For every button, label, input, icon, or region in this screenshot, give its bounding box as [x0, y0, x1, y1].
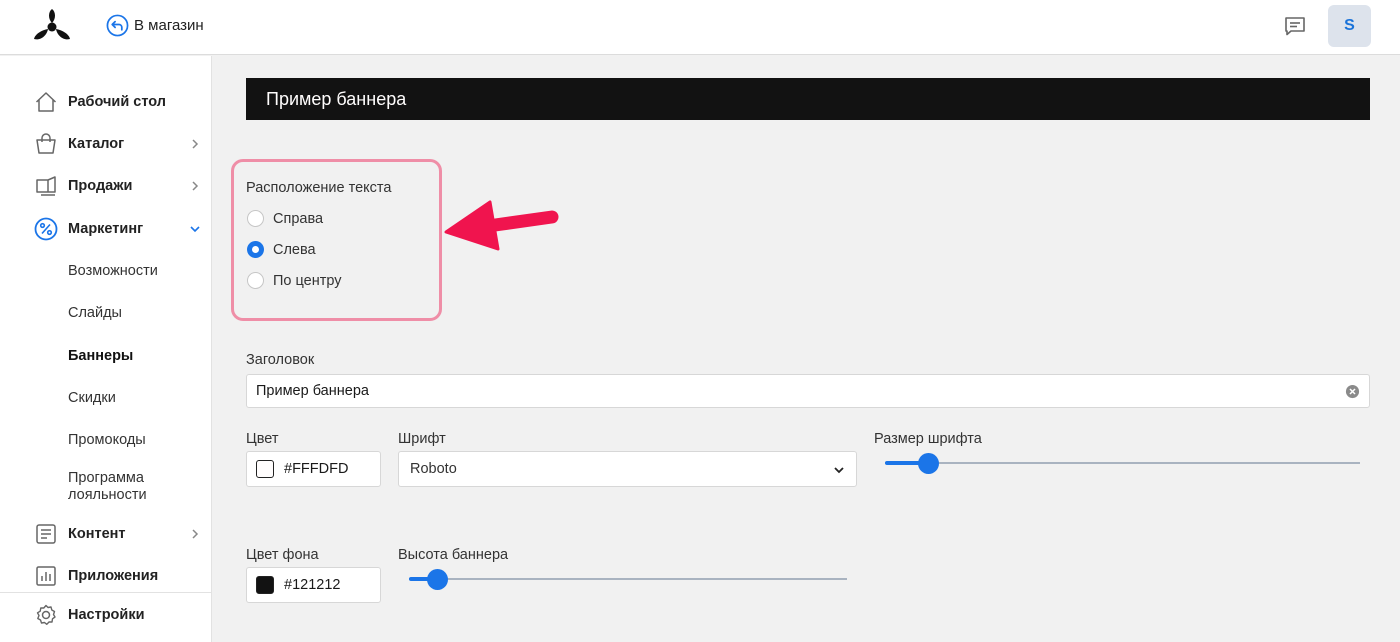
sidebar-item-label: Рабочий стол: [68, 94, 166, 110]
top-bar: В магазин S: [0, 0, 1400, 55]
sidebar-subitem-banners[interactable]: Баннеры: [68, 348, 133, 364]
sidebar-item-label: Приложения: [68, 568, 159, 584]
sidebar-item-label: Настройки: [68, 607, 145, 623]
sidebar: Рабочий стол Каталог Продажи Маркетинг В…: [0, 56, 212, 642]
sales-icon: [36, 176, 56, 196]
sidebar-item-marketing[interactable]: Маркетинг: [0, 212, 212, 246]
sidebar-item-label: Продажи: [68, 178, 133, 194]
chevron-down-icon: [190, 226, 200, 233]
back-to-store-link[interactable]: В магазин: [106, 14, 204, 37]
sidebar-item-settings[interactable]: Настройки: [0, 598, 212, 632]
annotation-arrow-icon: [444, 200, 559, 251]
radio-label: Слева: [273, 241, 316, 258]
sidebar-subitem-promocodes[interactable]: Промокоды: [68, 432, 146, 448]
sidebar-subitem-features[interactable]: Возможности: [68, 263, 158, 279]
chart-icon: [36, 566, 56, 586]
sidebar-item-label: Маркетинг: [68, 221, 144, 237]
radio-label: Справа: [273, 210, 324, 227]
sidebar-item-catalog[interactable]: Каталог: [0, 127, 212, 161]
percent-icon: [34, 217, 58, 241]
sidebar-item-label: Каталог: [68, 136, 125, 152]
background-color-input[interactable]: #121212: [246, 567, 381, 603]
radio-label: По центру: [273, 272, 342, 289]
font-select[interactable]: Roboto: [398, 451, 857, 487]
color-swatch[interactable]: [256, 576, 274, 594]
radio-option-left[interactable]: Слева: [247, 241, 316, 258]
sidebar-item-content[interactable]: Контент: [0, 517, 212, 551]
radio-option-right[interactable]: Справа: [247, 210, 323, 227]
chevron-right-icon: [192, 181, 199, 191]
document-icon: [36, 524, 56, 544]
sidebar-subitem-loyalty[interactable]: Программа лояльности: [68, 470, 168, 504]
color-swatch[interactable]: [256, 460, 274, 478]
chevron-right-icon: [192, 139, 199, 149]
sidebar-divider: [0, 592, 212, 593]
chat-icon[interactable]: [1283, 14, 1307, 38]
chevron-right-icon: [192, 529, 199, 539]
font-label: Шрифт: [398, 431, 446, 447]
heading-input[interactable]: Пример баннера: [246, 374, 1370, 408]
back-arrow-icon: [106, 14, 129, 37]
slider-thumb[interactable]: [427, 569, 448, 590]
sidebar-item-dashboard[interactable]: Рабочий стол: [0, 85, 212, 119]
background-color-label: Цвет фона: [246, 547, 319, 563]
text-color-value: #FFFDFD: [284, 461, 349, 477]
radio-option-center[interactable]: По центру: [247, 272, 342, 289]
slider-track: [885, 462, 1360, 464]
text-color-input[interactable]: #FFFDFD: [246, 451, 381, 487]
user-avatar[interactable]: S: [1328, 5, 1371, 47]
chevron-down-icon: [834, 467, 844, 474]
color-label: Цвет: [246, 431, 279, 447]
back-to-store-label: В магазин: [134, 17, 204, 34]
font-size-label: Размер шрифта: [874, 431, 982, 447]
user-initial: S: [1344, 17, 1355, 34]
radio-button-checked[interactable]: [247, 241, 264, 258]
home-icon: [35, 92, 57, 112]
sidebar-item-apps[interactable]: Приложения: [0, 559, 212, 593]
clear-icon[interactable]: [1345, 384, 1360, 399]
gear-icon: [36, 604, 56, 625]
banner-height-label: Высота баннера: [398, 547, 509, 563]
bag-icon: [36, 133, 56, 154]
radio-button[interactable]: [247, 210, 264, 227]
slider-thumb[interactable]: [918, 453, 939, 474]
text-position-label: Расположение текста: [246, 180, 392, 196]
font-size-slider[interactable]: [885, 453, 1360, 474]
radio-button[interactable]: [247, 272, 264, 289]
background-color-value: #121212: [284, 577, 341, 593]
sidebar-item-sales[interactable]: Продажи: [0, 169, 212, 203]
slider-track: [409, 578, 847, 580]
sidebar-item-label: Контент: [68, 526, 126, 542]
heading-value: Пример баннера: [256, 383, 369, 399]
sidebar-subitem-discounts[interactable]: Скидки: [68, 390, 116, 406]
logo-icon[interactable]: [32, 8, 72, 44]
banner-height-slider[interactable]: [409, 569, 847, 590]
banner-preview: Пример баннера: [246, 78, 1370, 120]
heading-label: Заголовок: [246, 352, 315, 368]
banner-preview-title: Пример баннера: [266, 88, 407, 109]
font-select-value: Roboto: [410, 461, 457, 477]
sidebar-subitem-slides[interactable]: Слайды: [68, 305, 122, 321]
